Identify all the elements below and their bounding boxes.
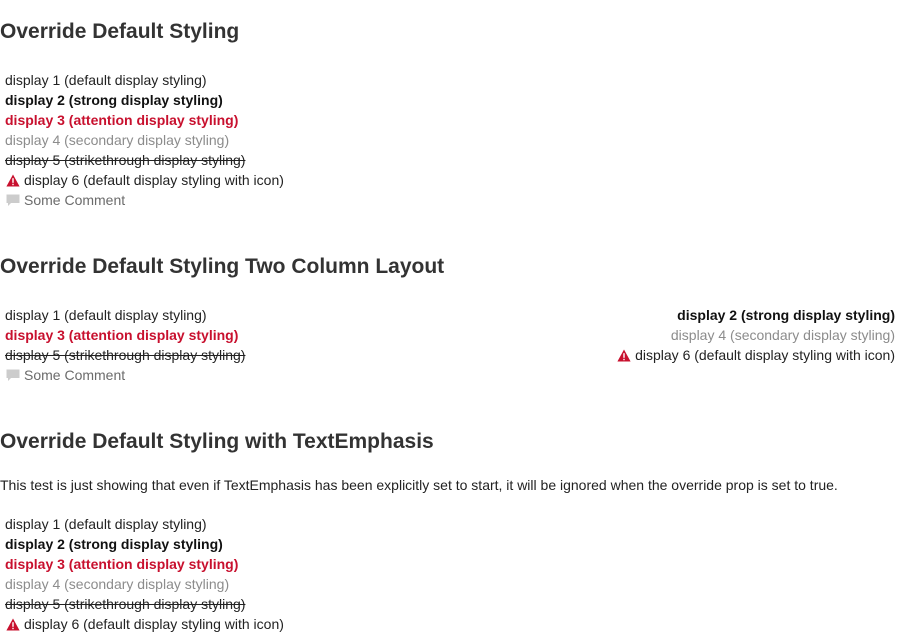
display-item-6: display 6 (default display styling with … bbox=[5, 170, 284, 190]
emphasis-item-display-1: display 1 (default display styling) bbox=[5, 516, 207, 532]
display-item-2: display 2 (strong display styling) bbox=[5, 92, 223, 108]
two-col-item-display-3: display 3 (attention display styling) bbox=[5, 327, 239, 343]
warning-triangle-icon bbox=[5, 617, 20, 632]
display-item-1: display 1 (default display styling) bbox=[5, 72, 207, 88]
two-col-item-display-6: display 6 (default display styling with … bbox=[616, 345, 895, 365]
warning-triangle-icon bbox=[616, 348, 631, 363]
display-item-4: display 4 (secondary display styling) bbox=[5, 132, 230, 148]
comment-icon bbox=[5, 368, 20, 383]
emphasis-item-display-3: display 3 (attention display styling) bbox=[5, 556, 239, 572]
emphasis-item-display-2: display 2 (strong display styling) bbox=[5, 536, 223, 552]
two-col-comment-item: Some Comment bbox=[5, 365, 125, 385]
warning-triangle-icon bbox=[5, 173, 20, 188]
section-title-text-emphasis: Override Default Styling with TextEmphas… bbox=[0, 430, 434, 453]
two-col-item-display-2: display 2 (strong display styling) bbox=[677, 307, 895, 323]
text-emphasis-description: This test is just showing that even if T… bbox=[0, 477, 838, 493]
emphasis-item-display-5: display 5 (strikethrough display styling… bbox=[5, 596, 246, 612]
two-col-item-display-4: display 4 (secondary display styling) bbox=[670, 327, 895, 343]
comment-item: Some Comment bbox=[5, 190, 125, 210]
display-item-5: display 5 (strikethrough display styling… bbox=[5, 152, 246, 168]
emphasis-item-display-4: display 4 (secondary display styling) bbox=[5, 576, 230, 592]
display-item-3: display 3 (attention display styling) bbox=[5, 112, 239, 128]
section-title-two-column: Override Default Styling Two Column Layo… bbox=[0, 255, 445, 278]
section-title-override-default: Override Default Styling bbox=[0, 20, 240, 43]
two-col-item-display-5: display 5 (strikethrough display styling… bbox=[5, 347, 246, 363]
comment-icon bbox=[5, 193, 20, 208]
emphasis-item-display-6: display 6 (default display styling with … bbox=[5, 614, 284, 634]
two-col-item-display-1: display 1 (default display styling) bbox=[5, 307, 207, 323]
